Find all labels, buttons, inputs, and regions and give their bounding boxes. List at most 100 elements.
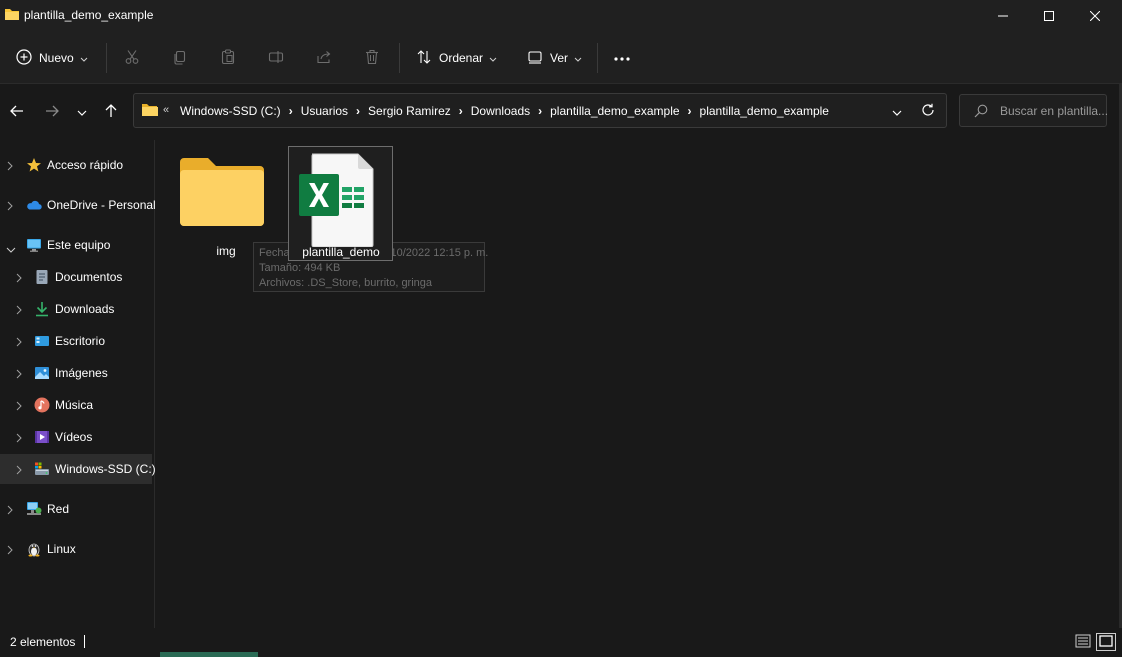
breadcrumb-item[interactable]: Usuarios (301, 104, 348, 118)
chevron-right-icon[interactable] (16, 432, 22, 446)
sidebar-item-pictures[interactable]: Imágenes (0, 358, 152, 388)
chevron-down-icon (77, 105, 87, 119)
back-button[interactable] (7, 102, 27, 122)
breadcrumb-item[interactable]: Sergio Ramirez (368, 104, 451, 118)
chevron-right-icon[interactable] (7, 544, 13, 558)
item-count: 2 elementos (10, 635, 76, 649)
sidebar-item-this-pc[interactable]: Este equipo (0, 230, 152, 260)
sort-label: Ordenar (439, 51, 484, 65)
excel-file-item[interactable]: plantilla_demo (288, 146, 393, 261)
document-icon (34, 269, 50, 285)
view-button[interactable]: Ver (527, 45, 582, 71)
breadcrumb-chevron-icon[interactable]: › (459, 104, 463, 118)
rename-icon (268, 49, 284, 68)
refresh-icon[interactable] (921, 103, 935, 120)
arrow-left-icon (10, 105, 24, 120)
maximize-button[interactable] (1026, 0, 1072, 31)
sidebar-item-onedrive[interactable]: OneDrive - Personal (0, 190, 156, 220)
toolbar-divider (106, 43, 107, 73)
chevron-right-icon[interactable] (16, 304, 22, 318)
chevron-right-icon[interactable] (16, 464, 22, 478)
sidebar-item-label: Linux (47, 542, 76, 556)
sidebar-item-label: Documentos (55, 270, 123, 284)
breadcrumb: Windows-SSD (C:) › Usuarios › Sergio Ram… (180, 104, 829, 118)
monitor-icon (26, 237, 42, 253)
drive-icon (34, 461, 50, 477)
sidebar-item-linux[interactable]: Linux (0, 534, 152, 564)
more-icon (613, 51, 631, 65)
breadcrumb-item[interactable]: plantilla_demo_example (700, 104, 829, 118)
chevron-right-icon[interactable] (16, 336, 22, 350)
paste-button[interactable] (220, 45, 236, 71)
up-button[interactable] (101, 102, 121, 122)
sidebar-item-windows-ssd[interactable]: Windows-SSD (C:) (0, 454, 156, 484)
share-button[interactable] (316, 45, 332, 71)
address-bar[interactable]: « Windows-SSD (C:) › Usuarios › Sergio R… (133, 93, 947, 128)
star-icon (26, 157, 42, 173)
breadcrumb-item[interactable]: plantilla_demo_example (550, 104, 679, 118)
network-icon (26, 501, 42, 517)
address-history-chevron-icon[interactable] (892, 105, 902, 119)
plus-circle-icon (16, 48, 32, 68)
breadcrumb-chevron-icon[interactable]: › (688, 104, 692, 118)
toolbar-divider (597, 43, 598, 73)
chevron-down-icon[interactable] (6, 242, 16, 256)
recent-locations-button[interactable] (72, 102, 92, 122)
breadcrumb-chevron-icon[interactable]: › (538, 104, 542, 118)
image-icon (34, 365, 50, 381)
desktop-icon (34, 333, 50, 349)
chevron-right-icon[interactable] (16, 400, 22, 414)
chevron-right-icon[interactable] (7, 160, 13, 174)
breadcrumb-item[interactable]: Downloads (471, 104, 530, 118)
new-button[interactable]: Nuevo (16, 45, 88, 71)
sidebar-item-label: Este equipo (47, 238, 111, 252)
new-label: Nuevo (39, 51, 74, 65)
close-button[interactable] (1072, 0, 1118, 31)
sidebar-item-network[interactable]: Red (0, 494, 152, 524)
arrow-up-icon (105, 103, 117, 121)
sidebar-item-documents[interactable]: Documentos (0, 262, 152, 292)
chevron-right-icon[interactable] (7, 504, 13, 518)
folder-icon (142, 103, 158, 120)
search-icon (974, 104, 988, 121)
sidebar-item-quick-access[interactable]: Acceso rápido (0, 150, 152, 180)
minimize-button[interactable] (980, 0, 1026, 31)
sidebar-item-desktop[interactable]: Escritorio (0, 326, 152, 356)
sidebar-item-label: Escritorio (55, 334, 106, 348)
navigation-pane: Acceso rápido OneDrive - Personal Este e… (0, 140, 156, 628)
view-label: Ver (550, 51, 569, 65)
cut-button[interactable] (124, 45, 140, 71)
sidebar-item-label: Imágenes (55, 366, 108, 380)
chevron-right-icon[interactable] (16, 368, 22, 382)
search-input[interactable]: Buscar en plantilla... (959, 94, 1108, 127)
breadcrumb-chevron-icon[interactable]: › (289, 104, 293, 118)
download-icon (34, 301, 50, 317)
sidebar-item-videos[interactable]: Vídeos (0, 422, 152, 452)
sidebar-item-label: Acceso rápido (47, 158, 124, 172)
chevron-down-icon (574, 51, 582, 65)
details-view-button[interactable] (1073, 633, 1093, 651)
sidebar-item-music[interactable]: Música (0, 390, 152, 420)
more-options-button[interactable] (613, 45, 631, 71)
rename-button[interactable] (268, 45, 284, 71)
breadcrumb-item[interactable]: Windows-SSD (C:) (180, 104, 281, 118)
sort-button[interactable]: Ordenar (416, 45, 497, 71)
sidebar-item-label: OneDrive - Personal (47, 198, 156, 212)
toolbar-divider (399, 43, 400, 73)
delete-icon (364, 49, 380, 68)
linux-icon (26, 541, 42, 557)
tooltip-contents: Archivos: .DS_Store, burrito, gringa (259, 277, 433, 289)
chevron-right-icon[interactable] (7, 200, 13, 214)
sidebar-item-label: Downloads (55, 302, 115, 316)
breadcrumb-chevron-icon[interactable]: › (356, 104, 360, 118)
chevron-down-icon (80, 51, 88, 65)
delete-button[interactable] (364, 45, 380, 71)
breadcrumb-overflow[interactable]: « (163, 104, 169, 116)
chevron-right-icon[interactable] (16, 272, 22, 286)
copy-button[interactable] (172, 45, 188, 71)
forward-button[interactable] (42, 102, 62, 122)
sidebar-item-downloads[interactable]: Downloads (0, 294, 152, 324)
taskbar-preview (160, 652, 258, 657)
large-icons-view-button[interactable] (1096, 633, 1116, 651)
excel-icon (298, 153, 374, 250)
